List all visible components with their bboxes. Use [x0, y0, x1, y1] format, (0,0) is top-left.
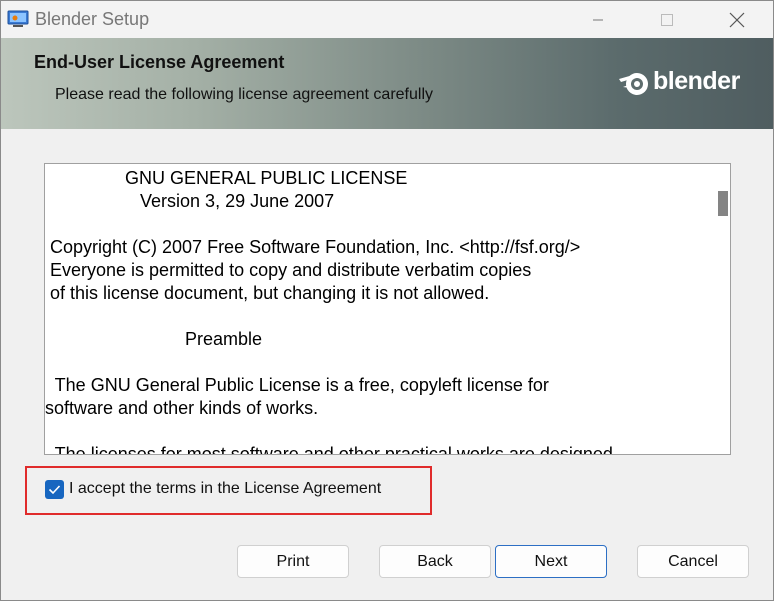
maximize-button[interactable] [645, 1, 689, 38]
window-title: Blender Setup [35, 9, 150, 29]
header-banner: End-User License Agreement Please read t… [1, 38, 773, 129]
accept-terms-checkbox[interactable] [45, 480, 64, 499]
back-button[interactable]: Back [379, 545, 491, 578]
minimize-button[interactable] [576, 1, 620, 38]
license-line: The GNU General Public License is a free… [45, 375, 549, 395]
license-text-box[interactable]: GNU GENERAL PUBLIC LICENSE Version 3, 29… [44, 163, 731, 455]
license-line: Copyright (C) 2007 Free Software Foundat… [45, 237, 581, 257]
license-line: Version 3, 29 June 2007 [45, 191, 335, 211]
scrollbar-thumb[interactable] [718, 191, 728, 216]
checkmark-icon [48, 485, 61, 495]
setup-window: Blender Setup End-User License Agreement… [0, 0, 774, 601]
page-title: End-User License Agreement [34, 52, 285, 72]
app-icon [7, 10, 29, 27]
minimize-icon [593, 19, 603, 20]
accept-terms-label[interactable]: I accept the terms in the License Agreem… [69, 480, 381, 498]
license-scrollbar[interactable] [708, 164, 730, 454]
license-line: GNU GENERAL PUBLIC LICENSE [45, 168, 408, 188]
maximize-icon [661, 13, 673, 26]
license-text: GNU GENERAL PUBLIC LICENSE Version 3, 29… [45, 164, 705, 454]
page-subtitle: Please read the following license agreem… [55, 86, 433, 103]
title-bar[interactable]: Blender Setup [1, 1, 773, 38]
license-line: Preamble [45, 329, 263, 349]
print-button[interactable]: Print [237, 545, 349, 578]
license-line: The licenses for most software and other… [45, 444, 613, 454]
close-icon [729, 12, 745, 27]
blender-logo-text: blender [653, 67, 740, 95]
next-button[interactable]: Next [495, 545, 607, 578]
license-line: of this license document, but changing i… [45, 283, 490, 303]
license-line: software and other kinds of works. [45, 398, 319, 418]
cancel-button[interactable]: Cancel [637, 545, 749, 578]
accept-terms-row[interactable]: I accept the terms in the License Agreem… [25, 466, 432, 515]
blender-logo: blender [617, 65, 757, 99]
close-button[interactable] [715, 1, 759, 38]
blender-logo-icon [619, 73, 648, 95]
license-line: Everyone is permitted to copy and distri… [45, 260, 532, 280]
